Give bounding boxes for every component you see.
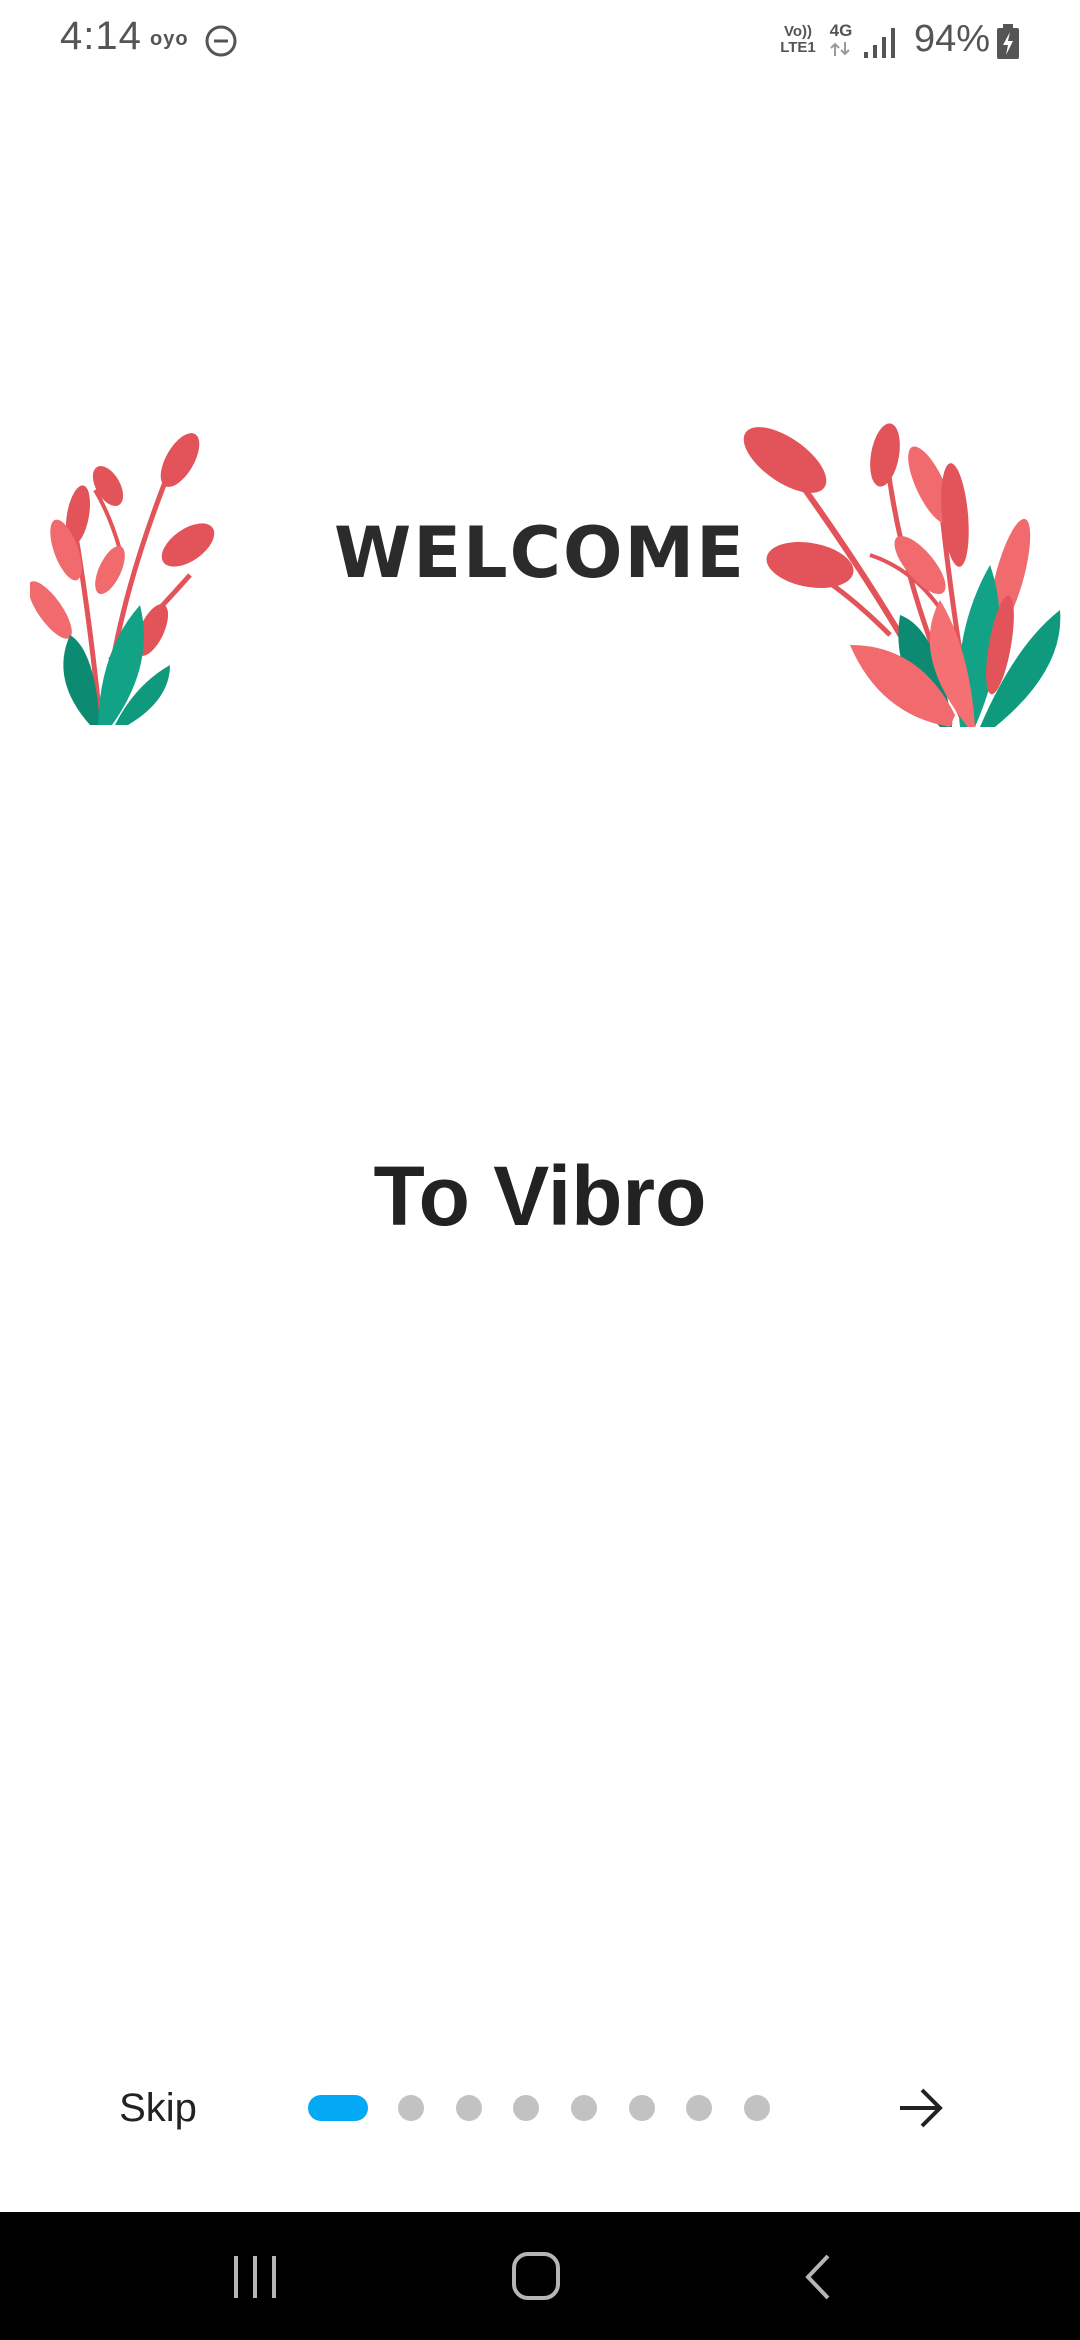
page-dot [456, 2095, 482, 2121]
carrier-logo: oyo [150, 28, 189, 50]
page-dot [629, 2095, 655, 2121]
welcome-title: WELCOME [334, 512, 746, 594]
back-icon[interactable] [798, 2252, 838, 2302]
status-bar: 4:14 oyo Vo)) LTE1 4G 94% [0, 0, 1080, 84]
4g-icon: 4G [826, 22, 856, 62]
arrow-right-icon[interactable] [890, 2080, 950, 2136]
page-dot [398, 2095, 424, 2121]
page-dot-active [308, 2095, 368, 2121]
network-type: 4G [829, 21, 853, 40]
signal-icon [864, 28, 895, 58]
battery-percent: 94% [914, 18, 991, 60]
app-subtitle: To Vibro [373, 1149, 707, 1243]
page-dot [571, 2095, 597, 2121]
data-arrows-icon [830, 42, 850, 56]
battery-charging-icon [997, 24, 1019, 59]
dnd-icon [205, 25, 237, 57]
page-indicator [306, 2093, 776, 2123]
volte-icon: Vo)) LTE1 [776, 24, 820, 60]
page-dot [686, 2095, 712, 2121]
page-dot [513, 2095, 539, 2121]
page-dot [744, 2095, 770, 2121]
skip-button[interactable]: Skip [106, 2078, 210, 2138]
volte-line2: LTE1 [780, 39, 816, 56]
navigation-bar [0, 2212, 1080, 2340]
volte-line1: Vo)) [783, 23, 813, 40]
recents-icon[interactable] [228, 2254, 282, 2300]
status-time: 4:14 [60, 14, 142, 58]
home-icon[interactable] [510, 2250, 562, 2302]
